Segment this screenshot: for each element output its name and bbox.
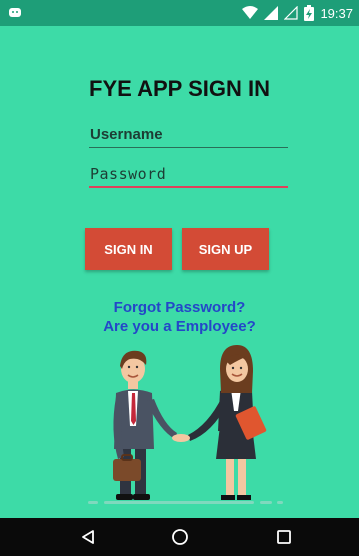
businessman-figure — [113, 350, 177, 500]
username-input[interactable] — [89, 122, 288, 148]
handshake-illustration — [88, 345, 283, 504]
home-button[interactable] — [155, 518, 205, 556]
sign-up-button[interactable]: SIGN UP — [182, 228, 269, 270]
signal-icon — [264, 6, 279, 20]
status-time: 19:37 — [320, 5, 353, 21]
floor-line — [88, 501, 283, 504]
status-icons: 19:37 — [242, 4, 353, 22]
businesswoman-figure — [172, 345, 267, 500]
password-input[interactable] — [89, 162, 288, 188]
wifi-icon — [242, 6, 259, 19]
sign-in-button[interactable]: SIGN IN — [85, 228, 172, 270]
navigation-bar — [0, 518, 359, 556]
signal-empty-icon — [284, 6, 299, 20]
back-button[interactable] — [63, 518, 113, 556]
login-screen: FYE APP SIGN IN SIGN IN SIGN UP Forgot P… — [0, 26, 359, 518]
page-title: FYE APP SIGN IN — [89, 76, 270, 101]
recents-button[interactable] — [259, 518, 309, 556]
back-triangle-icon — [82, 530, 94, 544]
forgot-password-link[interactable]: Forgot Password? — [0, 299, 359, 316]
battery-charging-icon — [304, 5, 315, 21]
status-bar: 19:37 — [0, 0, 359, 26]
android-notification-icon — [9, 8, 21, 17]
recents-square-icon — [277, 530, 291, 544]
home-circle-icon — [172, 529, 188, 545]
